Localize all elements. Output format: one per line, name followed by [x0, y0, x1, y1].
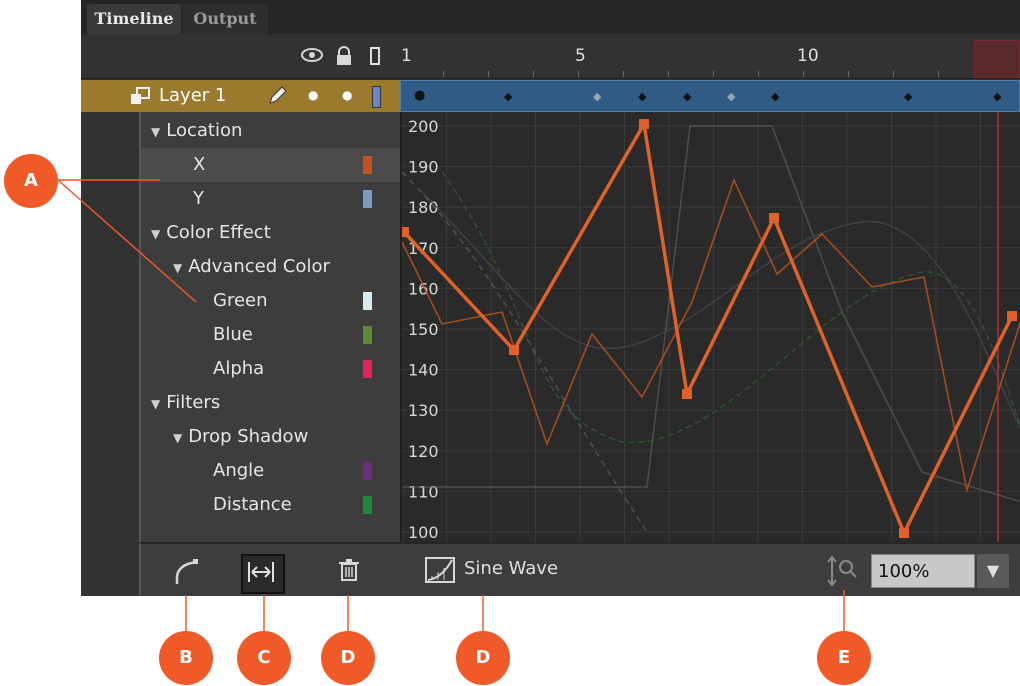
callout-d-left: D — [321, 631, 375, 685]
callout-d-right: D — [456, 631, 510, 685]
callout-b: B — [159, 631, 213, 685]
callout-c: C — [237, 631, 291, 685]
callout-lines — [57, 179, 845, 632]
callout-e: E — [817, 631, 871, 685]
callout-a: A — [4, 154, 58, 208]
